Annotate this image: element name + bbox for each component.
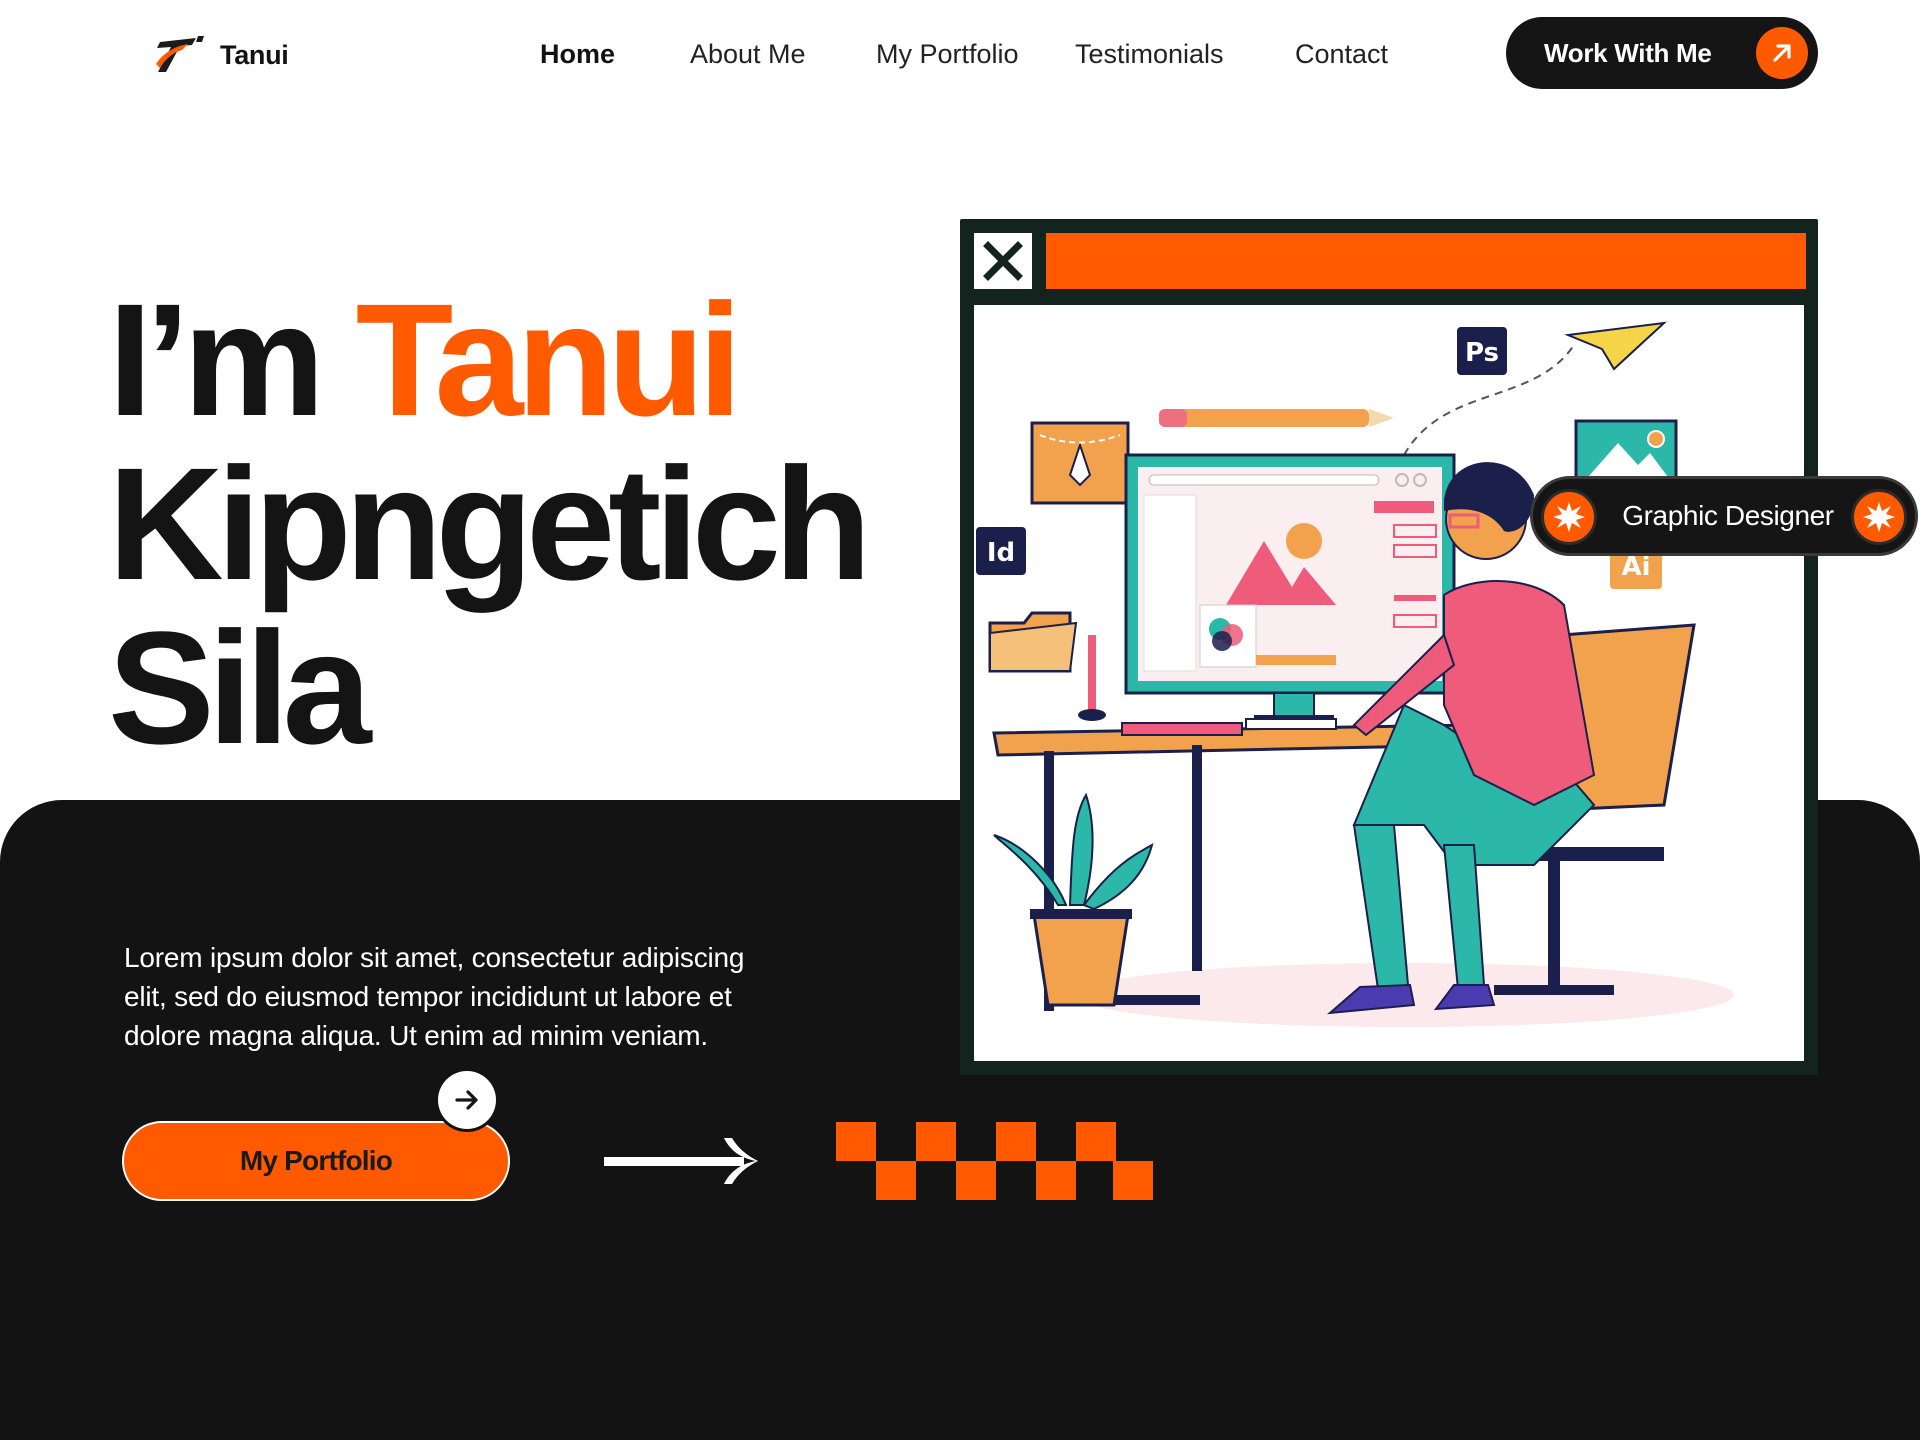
intro-paragraph: Lorem ipsum dolor sit amet, consectetur … [124, 942, 745, 1051]
nav-home[interactable]: Home [540, 34, 615, 74]
work-with-me-button[interactable]: Work With Me [1506, 17, 1818, 89]
nav-contact[interactable]: Contact [1295, 34, 1388, 74]
folder-icon [988, 611, 1078, 673]
work-with-me-label: Work With Me [1544, 37, 1712, 68]
illustration-window: Ps Id Ai [960, 219, 1818, 1075]
role-label: Graphic Designer [1622, 500, 1834, 531]
headline-line-1: I’m Tanui [108, 278, 865, 442]
role-badge: Graphic Designer [1530, 476, 1918, 556]
logo-icon [156, 36, 204, 72]
window-title-bar [1046, 233, 1806, 289]
star-burst-icon [1851, 489, 1907, 545]
first-name: Tanui [355, 270, 743, 449]
svg-text:Ps: Ps [1465, 338, 1499, 368]
paper-plane-icon [1564, 321, 1667, 371]
brand-name: Tanui [220, 39, 289, 70]
photoshop-icon: Ps [1457, 327, 1507, 375]
pencil-icon [1159, 409, 1394, 427]
star-burst-icon [1541, 489, 1597, 545]
designer-illustration: Ps Id Ai [974, 305, 1804, 1061]
indesign-icon: Id [976, 527, 1026, 575]
arrow-right-icon[interactable] [438, 1071, 496, 1129]
svg-text:Id: Id [987, 538, 1015, 568]
plant-illustration [993, 792, 1154, 1007]
middle-name: Kipngetich [108, 434, 872, 613]
brand-logo[interactable]: Tanui [152, 34, 289, 76]
my-portfolio-label: My Portfolio [239, 1145, 393, 1176]
hero-headline: I’m Tanui Kipngetich Sila [108, 278, 872, 777]
nav-about-me[interactable]: About Me [690, 34, 806, 74]
my-portfolio-button[interactable]: My Portfolio [122, 1121, 510, 1201]
svg-text:Ai: Ai [1621, 552, 1650, 582]
nav-testimonials[interactable]: Testimonials [1075, 34, 1224, 74]
greeting: I’m [108, 270, 325, 449]
nav-my-portfolio[interactable]: My Portfolio [876, 34, 1019, 74]
close-icon[interactable] [974, 233, 1032, 289]
checker-pattern [836, 1122, 1153, 1200]
long-arrow-icon [604, 1138, 758, 1184]
pen-tool-icon [1030, 421, 1130, 505]
last-name: Sila [108, 598, 372, 777]
arrow-up-right-icon [1756, 27, 1808, 79]
